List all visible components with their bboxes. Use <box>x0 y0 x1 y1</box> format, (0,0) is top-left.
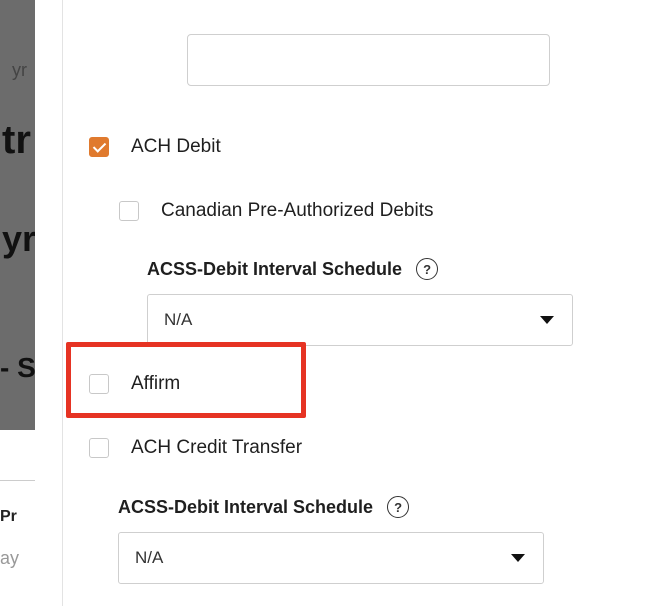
background-text: - S <box>0 352 35 383</box>
background-text: Pr <box>0 508 17 525</box>
select-value: N/A <box>164 310 193 329</box>
text-input[interactable] <box>187 34 550 86</box>
help-icon[interactable]: ? <box>416 258 439 280</box>
payment-method-affirm[interactable]: Affirm <box>89 373 180 395</box>
select-value: N/A <box>135 548 164 567</box>
chevron-down-icon <box>511 554 525 562</box>
interval-schedule-label: ACSS-Debit Interval Schedule ? <box>118 496 410 518</box>
background-text: ay <box>0 548 20 568</box>
checkbox-checked[interactable] <box>89 137 109 157</box>
interval-schedule-label: ACSS-Debit Interval Schedule ? <box>147 258 439 280</box>
background-page-fragment: yr tr yr - S Pr ay <box>0 0 35 606</box>
checkbox-unchecked[interactable] <box>89 374 109 394</box>
checkbox-label: ACH Credit Transfer <box>131 437 303 458</box>
checkbox-label: Canadian Pre-Authorized Debits <box>161 200 434 221</box>
payment-method-ach-credit-transfer[interactable]: ACH Credit Transfer <box>89 437 302 459</box>
background-text: yr <box>2 218 35 259</box>
checkbox-label: Affirm <box>131 373 181 394</box>
checkbox-unchecked[interactable] <box>89 438 109 458</box>
help-icon[interactable]: ? <box>387 496 410 518</box>
background-divider <box>0 480 35 481</box>
interval-schedule-title: ACSS-Debit Interval Schedule <box>147 258 403 279</box>
interval-schedule-select[interactable]: N/A <box>147 294 573 346</box>
payment-method-canadian-pad[interactable]: Canadian Pre-Authorized Debits <box>119 200 434 222</box>
checkbox-label: ACH Debit <box>131 136 221 157</box>
background-text: tr <box>2 118 31 162</box>
panel-divider <box>62 0 63 606</box>
checkbox-unchecked[interactable] <box>119 201 139 221</box>
interval-schedule-select[interactable]: N/A <box>118 532 544 584</box>
interval-schedule-title: ACSS-Debit Interval Schedule <box>118 496 374 517</box>
chevron-down-icon <box>540 316 554 324</box>
background-text: yr <box>12 60 27 80</box>
payment-method-ach-debit[interactable]: ACH Debit <box>89 136 221 158</box>
